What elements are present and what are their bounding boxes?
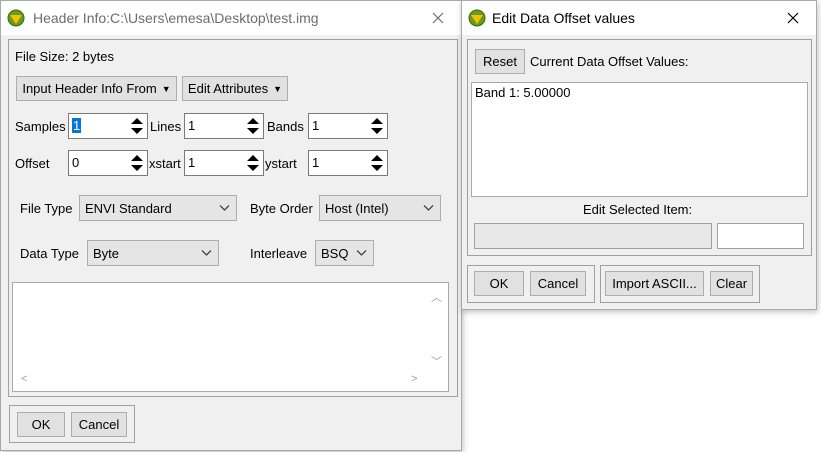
xstart-spinner[interactable]: 1 xyxy=(184,150,264,176)
dropdown-arrow-icon: ▼ xyxy=(273,83,283,94)
chevron-down-icon xyxy=(423,205,434,211)
ok-button[interactable]: OK xyxy=(474,271,524,296)
import-ascii-label: Import ASCII... xyxy=(612,276,697,291)
offset-values-list[interactable]: Band 1: 5.00000 xyxy=(471,82,808,197)
lines-spinner[interactable]: 1 xyxy=(184,113,264,139)
header-info-titlebar[interactable]: Header Info:C:\Users\emesa\Desktop\test.… xyxy=(1,1,461,35)
data-type-label: Data Type xyxy=(20,246,80,261)
samples-label: Samples xyxy=(15,119,66,134)
edit-attributes-label: Edit Attributes xyxy=(187,81,269,96)
envi-app-icon xyxy=(468,9,486,27)
scroll-down-icon[interactable]: ﹀ xyxy=(431,353,442,369)
xstart-label: xstart xyxy=(149,156,181,171)
file-size-label: File Size: 2 bytes xyxy=(15,49,114,64)
spin-arrows-icon[interactable] xyxy=(130,154,144,172)
ystart-label: ystart xyxy=(265,156,297,171)
cancel-button[interactable]: Cancel xyxy=(71,412,127,437)
edit-offset-titlebar[interactable]: Edit Data Offset values xyxy=(462,1,816,35)
close-icon xyxy=(432,12,444,24)
envi-app-icon xyxy=(7,9,25,27)
cancel-label: Cancel xyxy=(78,417,120,432)
scroll-left-icon[interactable]: < xyxy=(21,373,27,385)
close-button[interactable] xyxy=(415,1,461,35)
dropdown-arrow-icon: ▼ xyxy=(161,83,171,94)
interleave-select[interactable]: BSQ xyxy=(315,240,374,266)
clear-button[interactable]: Clear xyxy=(710,271,753,296)
cancel-button[interactable]: Cancel xyxy=(530,271,586,296)
chevron-down-icon xyxy=(356,250,367,256)
bands-spinner[interactable]: 1 xyxy=(308,113,388,139)
file-type-label: File Type xyxy=(20,201,73,216)
input-header-info-button[interactable]: Input Header Info From ▼ xyxy=(16,76,177,101)
input-header-info-label: Input Header Info From xyxy=(22,81,157,96)
samples-spinner[interactable]: 1 xyxy=(68,113,148,139)
close-button[interactable] xyxy=(770,1,816,35)
scroll-right-icon[interactable]: > xyxy=(411,373,417,385)
window-title: Edit Data Offset values xyxy=(492,10,635,26)
xstart-value: 1 xyxy=(188,155,196,170)
file-type-select[interactable]: ENVI Standard xyxy=(79,195,237,221)
edit-offset-window: Edit Data Offset values Reset Current Da… xyxy=(461,0,817,310)
interleave-label: Interleave xyxy=(250,246,308,261)
byte-order-select[interactable]: Host (Intel) xyxy=(319,195,441,221)
import-ascii-button[interactable]: Import ASCII... xyxy=(605,271,704,296)
ok-button[interactable]: OK xyxy=(17,412,65,437)
header-info-window: Header Info:C:\Users\emesa\Desktop\test.… xyxy=(0,0,462,451)
cancel-label: Cancel xyxy=(537,276,579,291)
spin-arrows-icon[interactable] xyxy=(370,117,384,135)
data-type-value: Byte xyxy=(93,246,120,261)
close-icon xyxy=(787,12,799,24)
edit-attributes-button[interactable]: Edit Attributes ▼ xyxy=(182,76,288,101)
ok-label: OK xyxy=(31,417,51,432)
clear-label: Clear xyxy=(715,276,748,291)
spin-arrows-icon[interactable] xyxy=(246,154,260,172)
offset-spinner[interactable]: 0 xyxy=(68,150,148,176)
list-item[interactable]: Band 1: 5.00000 xyxy=(475,85,570,100)
offset-label: Offset xyxy=(15,156,50,171)
lines-label: Lines xyxy=(150,119,182,134)
data-type-select[interactable]: Byte xyxy=(87,240,219,266)
spin-arrows-icon[interactable] xyxy=(246,117,260,135)
ok-label: OK xyxy=(489,276,509,291)
samples-value: 1 xyxy=(72,118,82,133)
spin-arrows-icon[interactable] xyxy=(370,154,384,172)
spin-arrows-icon[interactable] xyxy=(130,117,144,135)
edit-value-input[interactable] xyxy=(717,223,804,249)
chevron-down-icon xyxy=(219,205,230,211)
scroll-up-icon[interactable]: ︿ xyxy=(431,289,442,305)
offset-value: 0 xyxy=(72,155,80,170)
bands-value: 1 xyxy=(312,118,320,133)
bands-label: Bands xyxy=(267,119,304,134)
reset-button[interactable]: Reset xyxy=(475,49,525,74)
edit-selected-label: Edit Selected Item: xyxy=(583,202,693,217)
ystart-value: 1 xyxy=(312,155,320,170)
edit-selected-display xyxy=(474,223,712,249)
description-textarea[interactable]: ︿ ﹀ < > xyxy=(12,282,449,392)
current-values-label: Current Data Offset Values: xyxy=(530,54,689,69)
reset-label: Reset xyxy=(483,54,517,69)
chevron-down-icon xyxy=(201,250,212,256)
lines-value: 1 xyxy=(188,118,196,133)
window-title: Header Info:C:\Users\emesa\Desktop\test.… xyxy=(33,10,319,26)
byte-order-value: Host (Intel) xyxy=(325,201,389,216)
file-type-value: ENVI Standard xyxy=(85,201,172,216)
ystart-spinner[interactable]: 1 xyxy=(308,150,388,176)
byte-order-label: Byte Order xyxy=(250,201,313,216)
interleave-value: BSQ xyxy=(321,246,349,261)
